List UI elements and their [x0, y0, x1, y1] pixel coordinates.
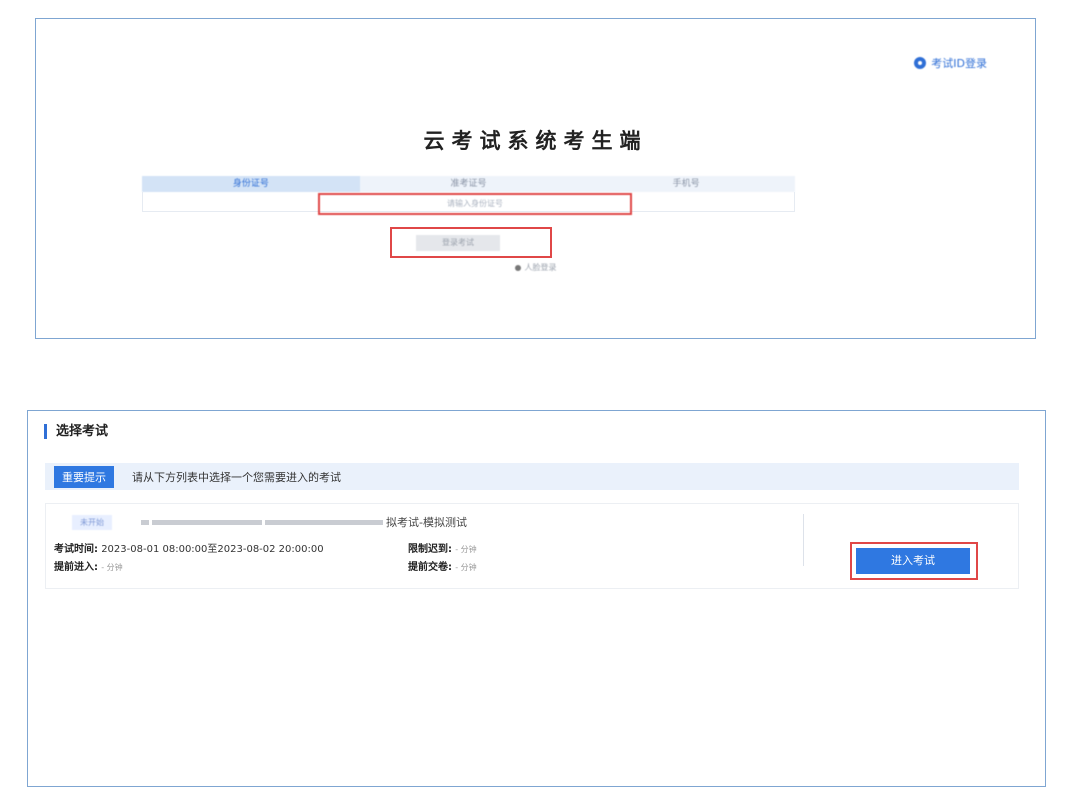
- tab-phone[interactable]: 手机号: [577, 176, 795, 192]
- early-submit-value: - 分钟: [455, 563, 477, 572]
- redacted-text: [152, 519, 262, 525]
- eye-icon: [914, 57, 927, 69]
- early-submit: 提前交卷: - 分钟: [408, 558, 477, 573]
- exam-select-panel: 选择考试 重要提示 请从下方列表中选择一个您需要进入的考试 未开始 拟考试-模拟…: [27, 410, 1046, 787]
- id-number-input[interactable]: 请输入身份证号: [318, 193, 632, 215]
- tab-admission-ticket[interactable]: 准考证号: [360, 176, 578, 192]
- early-enter-value: - 分钟: [101, 563, 123, 572]
- exam-time: 考试时间: 2023-08-01 08:00:00至2023-08-02 20:…: [54, 540, 324, 555]
- late-limit: 限制迟到: - 分钟: [408, 540, 477, 555]
- divider: [803, 514, 804, 566]
- early-enter-label: 提前进入:: [54, 562, 98, 573]
- exam-id-login-link[interactable]: 考试ID登录: [914, 55, 987, 71]
- login-button[interactable]: 登录考试: [416, 235, 500, 251]
- notice-text: 请从下方列表中选择一个您需要进入的考试: [132, 470, 341, 484]
- page-title: 云考试系统考生端: [423, 129, 648, 153]
- redacted-text: [141, 519, 149, 525]
- enter-button-highlight: 进入考试: [850, 542, 978, 580]
- exam-name: 拟考试-模拟测试: [141, 514, 467, 530]
- login-tabs: 身份证号 准考证号 手机号: [142, 176, 795, 192]
- section-title: 选择考试: [44, 424, 108, 439]
- early-enter: 提前进入: - 分钟: [54, 558, 123, 573]
- notice-bar: 重要提示 请从下方列表中选择一个您需要进入的考试: [45, 463, 1019, 490]
- tab-id-card[interactable]: 身份证号: [142, 176, 360, 192]
- face-login-label: 人脸登录: [524, 263, 557, 272]
- early-submit-label: 提前交卷:: [408, 562, 452, 573]
- face-icon: [514, 264, 521, 271]
- exam-name-suffix: 拟考试-模拟测试: [386, 516, 467, 529]
- exam-time-value: 2023-08-01 08:00:00至2023-08-02 20:00:00: [101, 544, 324, 555]
- login-button-highlight: 登录考试: [390, 227, 552, 258]
- login-panel: 考试ID登录 云考试系统考生端 身份证号 准考证号 手机号 请输入身份证号 登录…: [35, 18, 1036, 339]
- exam-card: 未开始 拟考试-模拟测试 考试时间: 2023-08-01 08:00:00至2…: [45, 503, 1019, 589]
- face-login-link[interactable]: 人脸登录: [36, 262, 1035, 273]
- late-limit-label: 限制迟到:: [408, 544, 452, 555]
- redacted-text: [265, 519, 383, 525]
- exam-time-label: 考试时间:: [54, 544, 98, 555]
- status-badge: 未开始: [72, 515, 112, 530]
- enter-exam-button[interactable]: 进入考试: [856, 548, 970, 574]
- exam-id-login-label: 考试ID登录: [931, 57, 987, 70]
- notice-tag: 重要提示: [54, 465, 114, 488]
- late-limit-value: - 分钟: [455, 545, 477, 554]
